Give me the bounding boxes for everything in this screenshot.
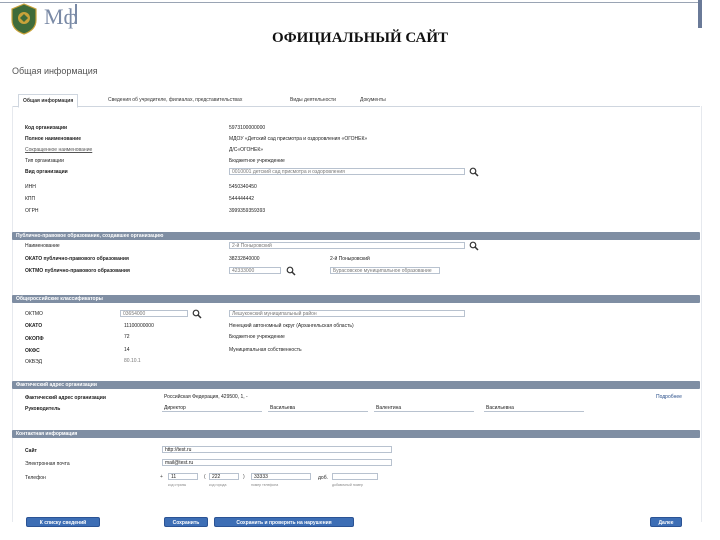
phone-paren-close: ) xyxy=(243,474,245,480)
phone-label: Телефон xyxy=(25,475,46,481)
municipal-name-label: Наименование xyxy=(25,243,60,249)
okfs-name: Муниципальная собственность xyxy=(229,347,302,353)
site-label: Сайт xyxy=(25,448,37,454)
oktmo-field[interactable]: 03654000 xyxy=(120,310,188,317)
phone-area-field[interactable]: 222 xyxy=(209,473,239,480)
code-label: Код организации xyxy=(25,125,68,131)
ogrn-label: ОГРН xyxy=(25,208,39,214)
short-name-value: Д/С«ОГОНЕК» xyxy=(229,147,264,153)
phone-ext-hint: добавочный номер xyxy=(332,483,363,487)
phone-number-field[interactable]: 33333 xyxy=(251,473,311,480)
phone-plus-sign: + xyxy=(160,474,163,480)
head-position-field[interactable]: Директор xyxy=(162,405,262,412)
phone-number-hint: номер телефона xyxy=(251,483,279,487)
address-label: Фактический адрес организации xyxy=(25,395,106,401)
municipal-section-header: Публично-правовое образование, создавшее… xyxy=(12,232,700,240)
email-field[interactable]: mail@test.ru xyxy=(162,459,392,466)
okopf-value: 72 xyxy=(124,334,130,340)
address-section-title: Фактический адрес организации xyxy=(16,382,97,388)
okopf-label: ОКОПФ xyxy=(25,336,44,342)
kpp-label: КПП xyxy=(25,196,36,202)
search-icon[interactable] xyxy=(192,309,202,319)
next-button[interactable]: Далее xyxy=(650,517,682,527)
okopf-name: Бюджетное учреждение xyxy=(229,334,285,340)
header-rule xyxy=(0,2,698,3)
municipal-section-title: Публично-правовое образование, создавшее… xyxy=(16,233,164,239)
search-icon[interactable] xyxy=(469,167,479,177)
okato-label: ОКАТО xyxy=(25,323,43,329)
municipal-oktmo-field[interactable]: 42333000 xyxy=(229,267,281,274)
municipal-oktmo-label: ОКТМО публично-правового образования xyxy=(25,268,130,274)
inn-label: ИНН xyxy=(25,184,36,190)
save-button[interactable]: Сохранить xyxy=(164,517,208,527)
org-kind-label: Вид организации xyxy=(25,169,68,175)
oktmo-name-field[interactable]: Лешуконский муниципальный район xyxy=(229,310,465,317)
search-icon[interactable] xyxy=(286,266,296,276)
head-label: Руководитель xyxy=(25,406,61,412)
okato-value: 11100000000 xyxy=(124,323,154,329)
kpp-value: 544444442 xyxy=(229,196,255,202)
head-last-name-field[interactable]: Васильева xyxy=(268,405,368,412)
email-label: Электронная почта xyxy=(25,461,70,467)
classifiers-section-title: Общероссийские классификаторы xyxy=(16,296,103,302)
ogrn-value: 3999359359393 xyxy=(229,208,266,214)
org-kind-field[interactable]: 0010001 детский сад присмотра и оздоровл… xyxy=(229,168,465,175)
contacts-section-title: Контактная информация xyxy=(16,431,78,437)
back-to-list-button[interactable]: К списку сведений xyxy=(26,517,100,527)
classifiers-section-header: Общероссийские классификаторы xyxy=(12,295,700,303)
slide-title: ОФИЦИАЛЬНЫЙ САЙТ xyxy=(271,30,449,46)
okved-value: 80.10.1 xyxy=(124,358,141,364)
phone-country-hint: код страны xyxy=(168,483,187,487)
tab-activities[interactable]: Виды деятельности xyxy=(290,94,336,106)
head-middle-name-field[interactable]: Васильевна xyxy=(484,405,584,412)
tab-documents[interactable]: Документы xyxy=(360,94,386,106)
okfs-label: ОКФС xyxy=(25,348,40,354)
code-value: 5973100000000 xyxy=(229,125,266,131)
phone-paren-open: ( xyxy=(204,474,206,480)
brand-bar xyxy=(75,4,77,24)
org-type-label: Тип организации xyxy=(25,158,64,164)
phone-country-field[interactable]: 11 xyxy=(168,473,198,480)
municipal-oktmo-name-field[interactable]: Бурасовское муниципальное образование xyxy=(330,267,440,274)
full-name-value: МДОУ «Детский сад присмотра и оздоровлен… xyxy=(229,136,368,142)
org-type-value: Бюджетное учреждение xyxy=(229,158,285,164)
search-icon[interactable] xyxy=(469,241,479,251)
address-value: Российская Федерация, 429500, 1, - xyxy=(164,394,248,400)
municipal-okato-value: 38232840000 xyxy=(229,256,260,262)
oktmo-label: ОКТМО xyxy=(25,311,43,317)
phone-area-hint: код города xyxy=(209,483,227,487)
header-accent-bar xyxy=(698,0,702,28)
municipal-okato-label: ОКАТО публично-правового образования xyxy=(25,256,129,262)
save-and-check-button[interactable]: Сохранить и проверить на нарушения xyxy=(214,517,354,527)
okfs-value: 14 xyxy=(124,347,130,353)
okved-label: ОКВЭД xyxy=(25,359,42,365)
full-name-label: Полное наименование xyxy=(25,136,82,142)
short-name-label: Сокращенное наименование xyxy=(25,147,93,153)
page-title: Общая информация xyxy=(12,66,98,76)
okato-name: Ненецкий автономный округ (Архангельская… xyxy=(229,323,354,329)
head-first-name-field[interactable]: Валентина xyxy=(374,405,474,412)
brand-mark: Мф xyxy=(44,4,78,29)
phone-ext-field[interactable] xyxy=(332,473,378,480)
phone-ext-label: доб. xyxy=(318,475,328,481)
contacts-section-header: Контактная информация xyxy=(12,430,700,438)
municipal-okato-name: 2-й Поныровский xyxy=(330,256,370,262)
address-section-header: Фактический адрес организации xyxy=(12,381,700,389)
inn-value: 5450340450 xyxy=(229,184,257,190)
address-details-link[interactable]: Подробнее xyxy=(656,394,682,400)
municipal-name-field[interactable]: 2-й Поныровский xyxy=(229,242,465,249)
site-field[interactable]: http://test.ru xyxy=(162,446,392,453)
tab-founder[interactable]: Сведения об учредителе, филиалах, предст… xyxy=(108,94,242,106)
